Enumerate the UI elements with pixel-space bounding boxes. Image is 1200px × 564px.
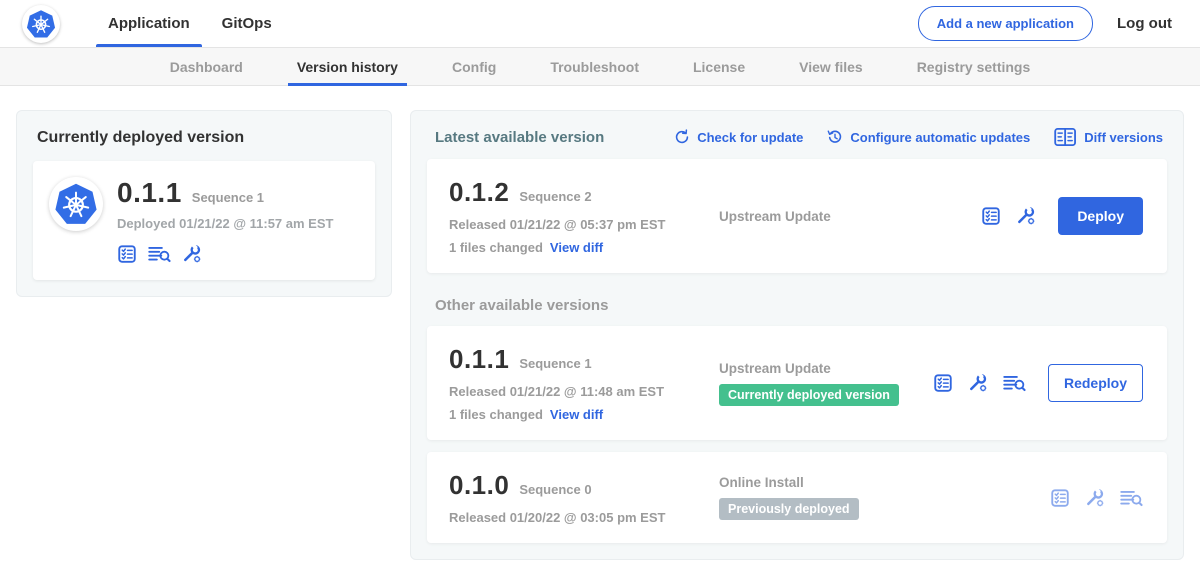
subtab-license[interactable]: License: [666, 48, 772, 85]
currently-deployed-title: Currently deployed version: [37, 129, 375, 147]
previously-deployed-badge: Previously deployed: [719, 498, 859, 520]
subtab-version-history-label: Version history: [297, 59, 398, 75]
sequence-label: Sequence 2: [519, 189, 591, 204]
currently-deployed-badge: Currently deployed version: [719, 384, 899, 406]
view-diff-link[interactable]: View diff: [550, 407, 603, 422]
schedule-update-icon: [827, 129, 843, 145]
version-number: 0.1.0: [449, 470, 509, 501]
subtab-config[interactable]: Config: [425, 48, 523, 85]
app-switcher-tabs: Application GitOps: [92, 0, 288, 47]
deployed-timestamp: Deployed 01/21/22 @ 11:57 am EST: [117, 216, 333, 231]
deploy-logs-icon[interactable]: [1120, 488, 1143, 508]
diff-icon: [1054, 127, 1077, 147]
check-for-update-label: Check for update: [697, 130, 803, 145]
refresh-icon: [674, 129, 690, 145]
top-header: Application GitOps Add a new application…: [0, 0, 1200, 47]
kubernetes-logo-icon[interactable]: [22, 5, 60, 43]
preflight-checks-icon[interactable]: [117, 244, 137, 264]
files-changed-label: 1 files changed: [449, 407, 543, 422]
tab-gitops-label: GitOps: [222, 15, 272, 32]
version-number: 0.1.2: [449, 177, 509, 208]
tab-gitops[interactable]: GitOps: [206, 0, 288, 47]
preflight-checks-icon[interactable]: [1050, 488, 1070, 508]
preflight-checks-icon[interactable]: [981, 206, 1001, 226]
subtab-config-label: Config: [452, 59, 496, 75]
preflight-checks-icon[interactable]: [933, 373, 953, 393]
subtab-troubleshoot-label: Troubleshoot: [550, 59, 639, 75]
version-row: 0.1.0 Sequence 0 Released 01/20/22 @ 03:…: [427, 452, 1167, 543]
version-row: 0.1.2 Sequence 2 Released 01/21/22 @ 05:…: [427, 159, 1167, 273]
version-source: Online Install: [719, 475, 1050, 490]
deploy-logs-icon[interactable]: [1003, 373, 1026, 393]
version-row: 0.1.1 Sequence 1 Released 01/21/22 @ 11:…: [427, 326, 1167, 440]
tab-application-label: Application: [108, 15, 190, 32]
subtab-troubleshoot[interactable]: Troubleshoot: [523, 48, 666, 85]
files-changed-label: 1 files changed: [449, 240, 543, 255]
sequence-label: Sequence 1: [519, 356, 591, 371]
edit-config-icon[interactable]: [1016, 206, 1036, 226]
edit-config-icon[interactable]: [968, 373, 988, 393]
main-content: Currently deployed version 0.1: [0, 86, 1200, 560]
version-source: Upstream Update: [719, 209, 981, 224]
add-application-button[interactable]: Add a new application: [918, 6, 1093, 41]
subtab-view-files-label: View files: [799, 59, 863, 75]
released-timestamp: Released 01/21/22 @ 05:37 pm EST: [449, 217, 701, 232]
other-versions-title: Other available versions: [435, 297, 1167, 314]
logout-button[interactable]: Log out: [1117, 15, 1172, 32]
latest-version-title: Latest available version: [435, 129, 604, 146]
deployed-version-number: 0.1.1: [117, 177, 182, 209]
edit-config-icon[interactable]: [182, 244, 202, 264]
subtab-dashboard[interactable]: Dashboard: [143, 48, 270, 85]
currently-deployed-card: 0.1.1 Sequence 1 Deployed 01/21/22 @ 11:…: [33, 161, 375, 280]
subtab-registry-settings-label: Registry settings: [917, 59, 1031, 75]
version-source: Upstream Update: [719, 361, 933, 376]
subtab-registry-settings[interactable]: Registry settings: [890, 48, 1058, 85]
released-timestamp: Released 01/20/22 @ 03:05 pm EST: [449, 510, 701, 525]
configure-automatic-updates-link[interactable]: Configure automatic updates: [827, 129, 1030, 145]
version-history-panel: Latest available version Check for updat…: [410, 110, 1184, 560]
version-number: 0.1.1: [449, 344, 509, 375]
tab-application[interactable]: Application: [92, 0, 206, 47]
deploy-logs-icon[interactable]: [148, 244, 171, 264]
subtab-view-files[interactable]: View files: [772, 48, 890, 85]
edit-config-icon[interactable]: [1085, 488, 1105, 508]
redeploy-button[interactable]: Redeploy: [1048, 364, 1143, 402]
check-for-update-link[interactable]: Check for update: [674, 129, 803, 145]
subtab-license-label: License: [693, 59, 745, 75]
subtab-version-history[interactable]: Version history: [270, 48, 425, 85]
currently-deployed-panel: Currently deployed version 0.1: [16, 110, 392, 297]
released-timestamp: Released 01/21/22 @ 11:48 am EST: [449, 384, 701, 399]
deploy-button[interactable]: Deploy: [1058, 197, 1143, 235]
subtab-dashboard-label: Dashboard: [170, 59, 243, 75]
diff-versions-label: Diff versions: [1084, 130, 1163, 145]
sequence-label: Sequence 0: [519, 482, 591, 497]
app-subnav: Dashboard Version history Config Trouble…: [0, 47, 1200, 86]
deployed-sequence-label: Sequence 1: [192, 190, 264, 205]
view-diff-link[interactable]: View diff: [550, 240, 603, 255]
kubernetes-logo-icon: [49, 177, 103, 231]
diff-versions-link[interactable]: Diff versions: [1054, 127, 1163, 147]
configure-automatic-updates-label: Configure automatic updates: [850, 130, 1030, 145]
